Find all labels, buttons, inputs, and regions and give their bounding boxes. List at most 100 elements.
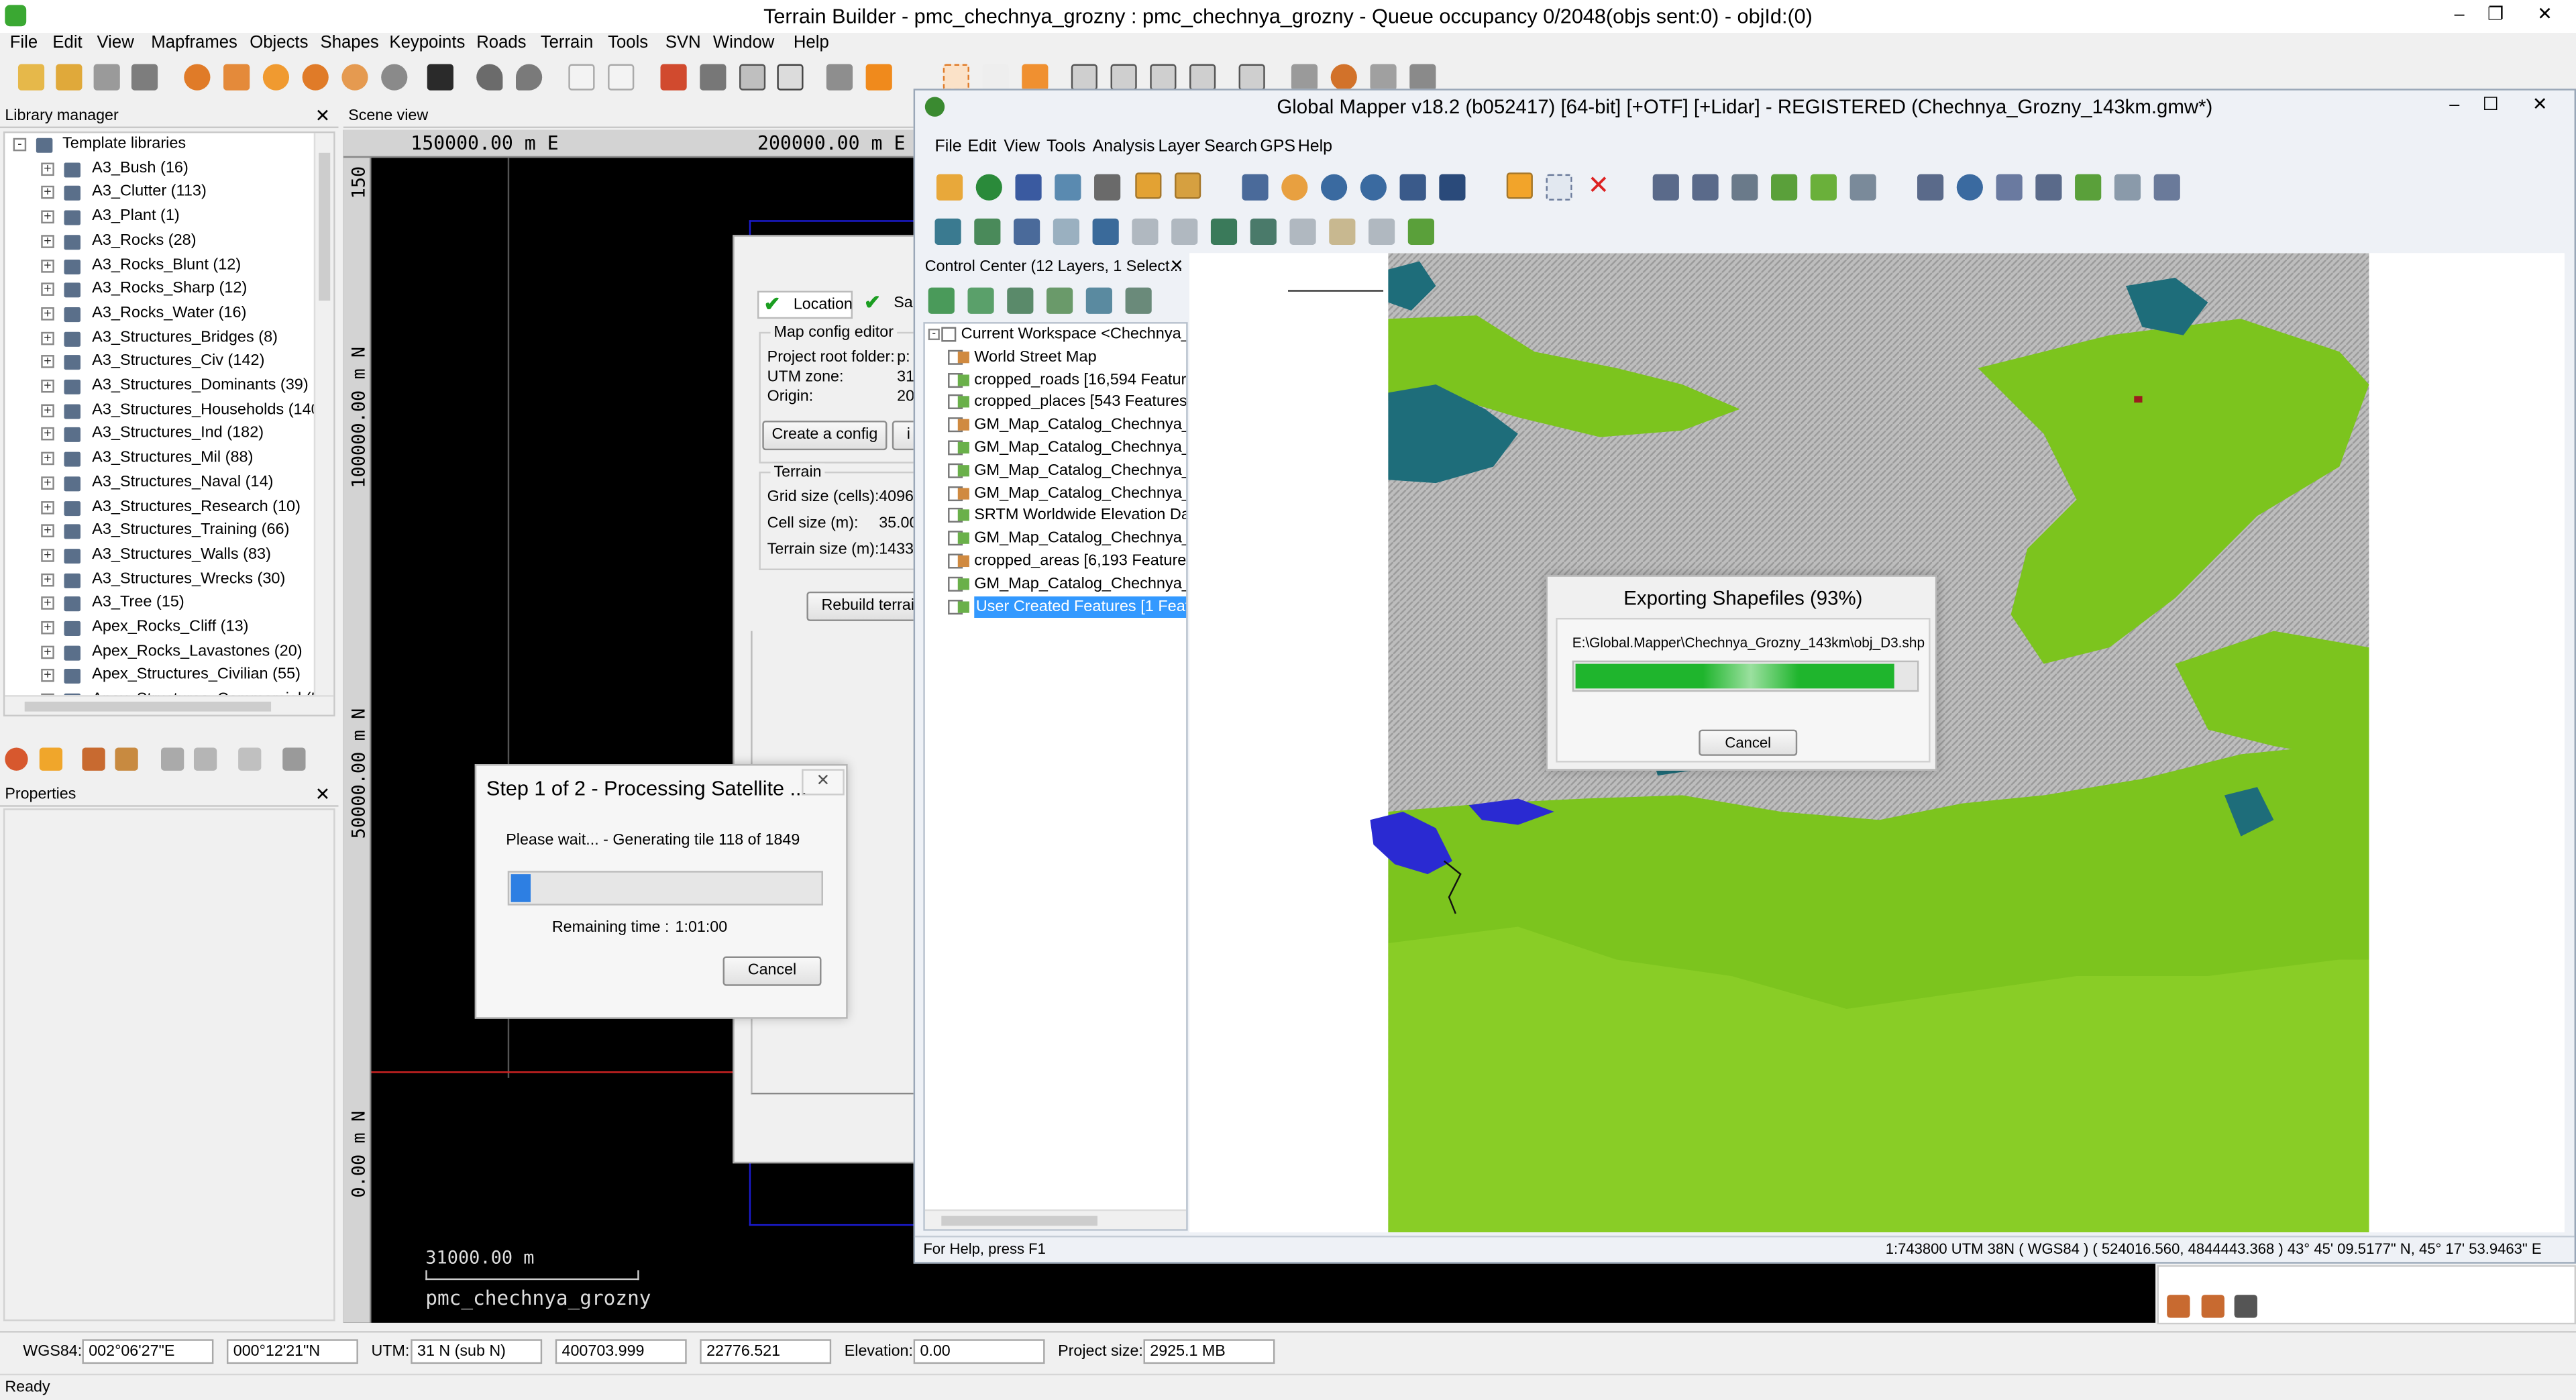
- open-project-icon[interactable]: [56, 64, 83, 91]
- layer-list-hscroll[interactable]: [924, 1209, 1187, 1230]
- expand-icon[interactable]: +: [41, 307, 54, 321]
- menu-shapes[interactable]: Shapes: [321, 33, 379, 52]
- library-hscrollbar[interactable]: [5, 695, 334, 715]
- expand-icon[interactable]: +: [41, 645, 54, 659]
- processing-cancel-button[interactable]: Cancel: [722, 956, 822, 986]
- gm-line-green-icon[interactable]: [1771, 174, 1798, 201]
- rebuild-terrain-button[interactable]: Rebuild terrain: [806, 591, 922, 621]
- menu-window[interactable]: Window: [713, 33, 774, 52]
- gm-zoom-in-icon[interactable]: [1320, 174, 1348, 201]
- close-icon[interactable]: ✕: [315, 105, 331, 128]
- gm-pan-icon[interactable]: [1281, 174, 1308, 201]
- gm-vertex-icon[interactable]: [1014, 218, 1040, 245]
- expand-icon[interactable]: +: [41, 282, 54, 297]
- grid-icon[interactable]: [739, 64, 766, 91]
- gm-line-green-2-icon[interactable]: [1810, 174, 1837, 201]
- cc-options-icon[interactable]: [1046, 287, 1073, 314]
- workspace-root[interactable]: - Current Workspace <Chechnya_: [925, 324, 1186, 347]
- library-item[interactable]: + Apex_Rocks_Cliff (13): [5, 616, 313, 641]
- undo-icon[interactable]: [476, 64, 503, 91]
- gm-nodes-icon[interactable]: [1250, 218, 1277, 245]
- library-item[interactable]: + Apex_Structures_Civilian (55): [5, 665, 313, 689]
- close-icon[interactable]: ✕: [315, 784, 331, 806]
- crosshair-icon[interactable]: [982, 64, 1009, 91]
- library-item[interactable]: + A3_Structures_Civ (142): [5, 350, 313, 374]
- library-item[interactable]: + A3_Structures_Training (66): [5, 520, 313, 544]
- frame-4-icon[interactable]: [1189, 64, 1216, 91]
- library-item[interactable]: + A3_Rocks_Blunt (12): [5, 254, 313, 278]
- easting-field[interactable]: 400703.999: [555, 1339, 687, 1364]
- gm-resize-icon[interactable]: [974, 218, 1001, 245]
- comment-icon[interactable]: [282, 747, 306, 771]
- gm-menu-layer[interactable]: Layer: [1159, 138, 1200, 156]
- menu-keypoints[interactable]: Keypoints: [389, 33, 465, 52]
- gm-nodes-2-icon[interactable]: [1289, 218, 1316, 245]
- gm-menu-view[interactable]: View: [1004, 138, 1040, 156]
- hand-icon[interactable]: [1370, 64, 1397, 91]
- layer-item[interactable]: GM_Map_Catalog_Chechnya_: [925, 573, 1186, 596]
- grid-fine-icon[interactable]: [777, 64, 804, 91]
- menu-objects[interactable]: Objects: [250, 33, 308, 52]
- expand-icon[interactable]: +: [41, 379, 54, 393]
- object-icon[interactable]: [826, 64, 853, 91]
- move-icon[interactable]: [161, 747, 184, 771]
- delete-icon[interactable]: [5, 747, 28, 771]
- cc-eye-icon[interactable]: [1125, 287, 1152, 314]
- gm-minimize-button[interactable]: –: [2436, 91, 2473, 120]
- northing-field[interactable]: 22776.521: [700, 1339, 832, 1364]
- measure-icon[interactable]: [700, 64, 727, 91]
- gm-menu-edit[interactable]: Edit: [967, 138, 996, 156]
- library-item[interactable]: + A3_Rocks_Water (16): [5, 302, 313, 326]
- frame-3-icon[interactable]: [1150, 64, 1177, 91]
- gm-move-icon[interactable]: [934, 218, 961, 245]
- expand-icon[interactable]: +: [41, 572, 54, 586]
- flag-icon[interactable]: [1409, 64, 1436, 91]
- save-icon[interactable]: [93, 64, 120, 91]
- expand-icon[interactable]: +: [41, 476, 54, 490]
- add-keypoint-icon[interactable]: [2167, 1295, 2190, 1318]
- cc-remove-icon[interactable]: [1007, 287, 1034, 314]
- menu-roads[interactable]: Roads: [476, 33, 526, 52]
- gm-close-button[interactable]: ✕: [2522, 91, 2558, 120]
- expand-icon[interactable]: +: [41, 355, 54, 369]
- gm-digitize-icon[interactable]: [1917, 174, 1944, 201]
- cc-close-icon[interactable]: ✕: [1170, 256, 1184, 279]
- cc-add-icon[interactable]: [967, 287, 994, 314]
- gm-scissors-icon[interactable]: [1171, 218, 1198, 245]
- gm-back-icon[interactable]: [1399, 174, 1426, 201]
- gm-config-icon[interactable]: [1094, 174, 1121, 201]
- library-item[interactable]: + A3_Clutter (113): [5, 181, 313, 205]
- sphere-icon[interactable]: [341, 64, 368, 91]
- gm-menu-analysis[interactable]: Analysis: [1093, 138, 1155, 156]
- expand-icon[interactable]: +: [41, 234, 54, 248]
- library-item[interactable]: + A3_Bush (16): [5, 157, 313, 181]
- gm-line-4-icon[interactable]: [1849, 174, 1876, 201]
- minimize-button[interactable]: –: [2441, 0, 2477, 30]
- workspace-checkbox[interactable]: [941, 327, 957, 342]
- gm-open-icon[interactable]: [936, 174, 963, 201]
- collapse-icon[interactable]: -: [928, 328, 940, 341]
- menu-tools[interactable]: Tools: [608, 33, 648, 52]
- utm-zone-field[interactable]: 31 N (sub N): [411, 1339, 543, 1364]
- import-library-icon[interactable]: [115, 747, 138, 771]
- save-as-icon[interactable]: [131, 64, 158, 91]
- layer-item[interactable]: cropped_places [543 Features: [925, 392, 1186, 415]
- m-tool-icon[interactable]: [568, 64, 595, 91]
- expand-icon[interactable]: +: [41, 451, 54, 466]
- gm-home-icon[interactable]: [1439, 174, 1466, 201]
- menu-svn[interactable]: SVN: [665, 33, 701, 52]
- copy-icon[interactable]: [193, 747, 217, 771]
- cc-zoom-layer-icon[interactable]: [1085, 287, 1112, 314]
- library-item[interactable]: + A3_Structures_Bridges (8): [5, 326, 313, 350]
- layer-item[interactable]: GM_Map_Catalog_Chechnya_: [925, 437, 1186, 460]
- gm-menu-search[interactable]: Search: [1204, 138, 1257, 156]
- gm-line-icon[interactable]: [1652, 174, 1679, 201]
- gm-crop-icon[interactable]: [1368, 218, 1395, 245]
- library-item[interactable]: + A3_Structures_Ind (182): [5, 423, 313, 447]
- move-keypoint-icon[interactable]: [2201, 1295, 2224, 1318]
- gm-pin-icon[interactable]: [2035, 174, 2062, 201]
- library-item[interactable]: + A3_Structures_Wrecks (30): [5, 568, 313, 592]
- layer-item[interactable]: cropped_roads [16,594 Featur: [925, 369, 1186, 392]
- road-tool-icon[interactable]: [660, 64, 687, 91]
- grid-select-icon[interactable]: [1022, 64, 1049, 91]
